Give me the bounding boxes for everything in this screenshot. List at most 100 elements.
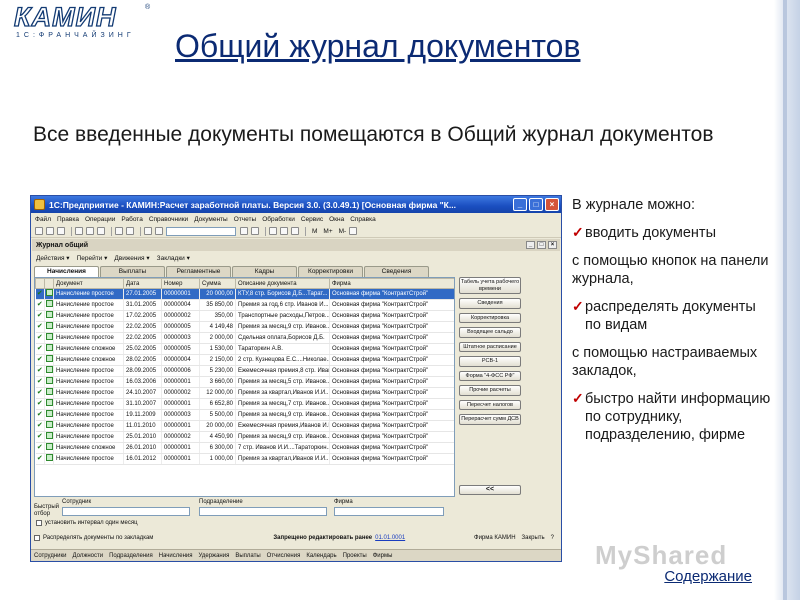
tab-item[interactable]: Регламентные <box>166 266 231 277</box>
table-row[interactable]: ✔ Начисление простое 24.10.2007 00000002 12 … <box>35 387 454 399</box>
table-row[interactable]: ✔ Начисление простое 31.01.2005 00000004 35 … <box>35 299 454 311</box>
menu-item[interactable]: Работа <box>121 216 142 223</box>
table-row[interactable]: ✔ Начисление сложное 28.02.2005 00000004 2 1… <box>35 354 454 366</box>
distribute-checkbox[interactable]: Распределять документы по закладкам <box>34 535 153 541</box>
preview-icon[interactable] <box>126 227 134 235</box>
table-row[interactable]: ✔ Начисление простое 17.02.2005 00000002 350… <box>35 310 454 322</box>
menu-item[interactable]: Обработки <box>262 216 295 223</box>
paste-icon[interactable] <box>97 227 105 235</box>
search-input[interactable] <box>166 226 236 236</box>
side-button[interactable]: Корректировка <box>459 312 521 323</box>
find-icon[interactable] <box>240 227 248 235</box>
side-button[interactable]: Входящее сальдо <box>459 327 521 338</box>
edit-lock-date[interactable]: 01.01.0001 <box>375 535 405 541</box>
firm-field[interactable] <box>334 507 444 516</box>
side-button[interactable]: Табель учета рабочего времени <box>459 277 521 294</box>
action-menu[interactable]: Действия ▾ <box>36 254 70 262</box>
table-row[interactable]: ✔ Начисление простое 25.01.2010 00000002 4 4… <box>35 431 454 443</box>
table-row[interactable]: ✔ Начисление простое 16.03.2006 00000001 3 6… <box>35 376 454 388</box>
table-row[interactable]: ✔ Начисление сложное 26.01.2010 00000001 6 3… <box>35 442 454 454</box>
taskbar-item[interactable]: Проекты <box>343 553 367 559</box>
side-button[interactable]: Прочие расчеты <box>459 385 521 396</box>
table-row[interactable]: ✔ Начисление простое 16.01.2012 00000001 1 0… <box>35 453 454 465</box>
redo-icon[interactable] <box>155 227 163 235</box>
print-icon[interactable] <box>115 227 123 235</box>
tab-item[interactable]: Сведения <box>364 266 429 277</box>
header-date[interactable]: Дата <box>123 278 162 289</box>
save-icon[interactable] <box>57 227 65 235</box>
contents-link[interactable]: Содержание <box>664 568 752 585</box>
cut-icon[interactable] <box>75 227 83 235</box>
header-number[interactable]: Номер <box>161 278 200 289</box>
menu-item[interactable]: Файл <box>35 216 51 223</box>
side-button[interactable]: Штатное расписание <box>459 341 521 352</box>
undo-icon[interactable] <box>144 227 152 235</box>
table-row[interactable]: ✔ Начисление простое 22.02.2005 00000005 4 1… <box>35 321 454 333</box>
menu-item[interactable]: Отчеты <box>234 216 256 223</box>
table-row[interactable]: ✔ Начисление простое 27.01.2005 00000001 20 … <box>35 288 454 300</box>
table-row[interactable]: ✔ Начисление простое 22.02.2005 00000003 2 0… <box>35 332 454 344</box>
taskbar-item[interactable]: Выплаты <box>235 553 260 559</box>
memory-add-button[interactable]: M+ <box>323 228 332 235</box>
help-icon[interactable] <box>291 227 299 235</box>
menu-item[interactable]: Документы <box>194 216 228 223</box>
action-menu[interactable]: Перейти ▾ <box>77 254 108 262</box>
replace-icon[interactable] <box>251 227 259 235</box>
maximize-icon[interactable]: □ <box>529 198 543 211</box>
taskbar-item[interactable]: Отчисления <box>267 553 301 559</box>
table-row[interactable]: ✔ Начисление простое 11.01.2010 00000001 20 … <box>35 420 454 432</box>
tab-item[interactable]: Корректировки <box>298 266 363 277</box>
taskbar-item[interactable]: Начисления <box>159 553 193 559</box>
table-row[interactable]: ✔ Начисление простое 19.11.2009 00000003 5 5… <box>35 409 454 421</box>
side-button[interactable]: Пересчет налогов <box>459 399 521 410</box>
journal-close-icon[interactable]: × <box>548 241 557 249</box>
taskbar-item[interactable]: Сотрудники <box>34 553 67 559</box>
table-row[interactable]: ✔ Начисление простое 31.10.2007 00000001 6 6… <box>35 398 454 410</box>
taskbar-item[interactable]: Удержания <box>199 553 230 559</box>
taskbar-item[interactable]: Должности <box>73 553 104 559</box>
copy-icon[interactable] <box>86 227 94 235</box>
slide-title[interactable]: Общий журнал документов <box>175 28 580 65</box>
table-row[interactable]: ✔ Начисление сложное 25.02.2005 00000005 1 5… <box>35 343 454 355</box>
close-button[interactable]: Закрыть <box>522 535 545 541</box>
action-menu[interactable]: Закладки ▾ <box>157 254 190 262</box>
side-button[interactable]: Перерасчет сумм ДСВ <box>459 414 521 425</box>
calc-icon[interactable] <box>269 227 277 235</box>
action-menu[interactable]: Движения ▾ <box>114 254 149 262</box>
new-doc-icon[interactable] <box>35 227 43 235</box>
collapse-button[interactable]: << <box>459 484 521 495</box>
minimize-icon[interactable]: _ <box>513 198 527 211</box>
header-document[interactable]: Документ <box>53 278 124 289</box>
department-field[interactable] <box>199 507 327 516</box>
side-button[interactable]: Форма "4-ФСС РФ" <box>459 370 521 381</box>
header-firm[interactable]: Фирма <box>329 278 454 289</box>
calendar-icon[interactable] <box>280 227 288 235</box>
interval-checkbox[interactable]: установить интервал один месяц <box>36 520 138 526</box>
taskbar-item[interactable]: Фирмы <box>373 553 393 559</box>
menu-item[interactable]: Правка <box>57 216 79 223</box>
journal-minimize-icon[interactable]: _ <box>526 241 535 249</box>
firm-button[interactable]: Фирма КАМИН <box>474 535 516 541</box>
tab-item[interactable]: Начисления <box>34 266 99 277</box>
taskbar-item[interactable]: Подразделения <box>109 553 153 559</box>
tab-item[interactable]: Кадры <box>232 266 297 277</box>
side-button[interactable]: РСВ-1 <box>459 356 521 367</box>
table-row[interactable]: ✔ Начисление простое 28.09.2005 00000006 5 2… <box>35 365 454 377</box>
hint-icon[interactable] <box>349 227 358 235</box>
taskbar-item[interactable]: Календарь <box>306 553 336 559</box>
help-button[interactable]: ? <box>551 535 554 541</box>
memory-subtract-button[interactable]: M- <box>339 228 347 235</box>
open-icon[interactable] <box>46 227 54 235</box>
menu-item[interactable]: Справка <box>350 216 376 223</box>
menu-item[interactable]: Справочники <box>149 216 188 223</box>
memory-button[interactable]: M <box>312 228 317 235</box>
journal-maximize-icon[interactable]: □ <box>537 241 546 249</box>
menu-item[interactable]: Сервис <box>301 216 323 223</box>
header-description[interactable]: Описание документа <box>235 278 330 289</box>
header-sum[interactable]: Сумма <box>199 278 236 289</box>
tab-item[interactable]: Выплаты <box>100 266 165 277</box>
menu-item[interactable]: Операции <box>85 216 115 223</box>
side-button[interactable]: Сведения <box>459 298 521 309</box>
employee-field[interactable] <box>62 507 190 516</box>
menu-item[interactable]: Окна <box>329 216 344 223</box>
